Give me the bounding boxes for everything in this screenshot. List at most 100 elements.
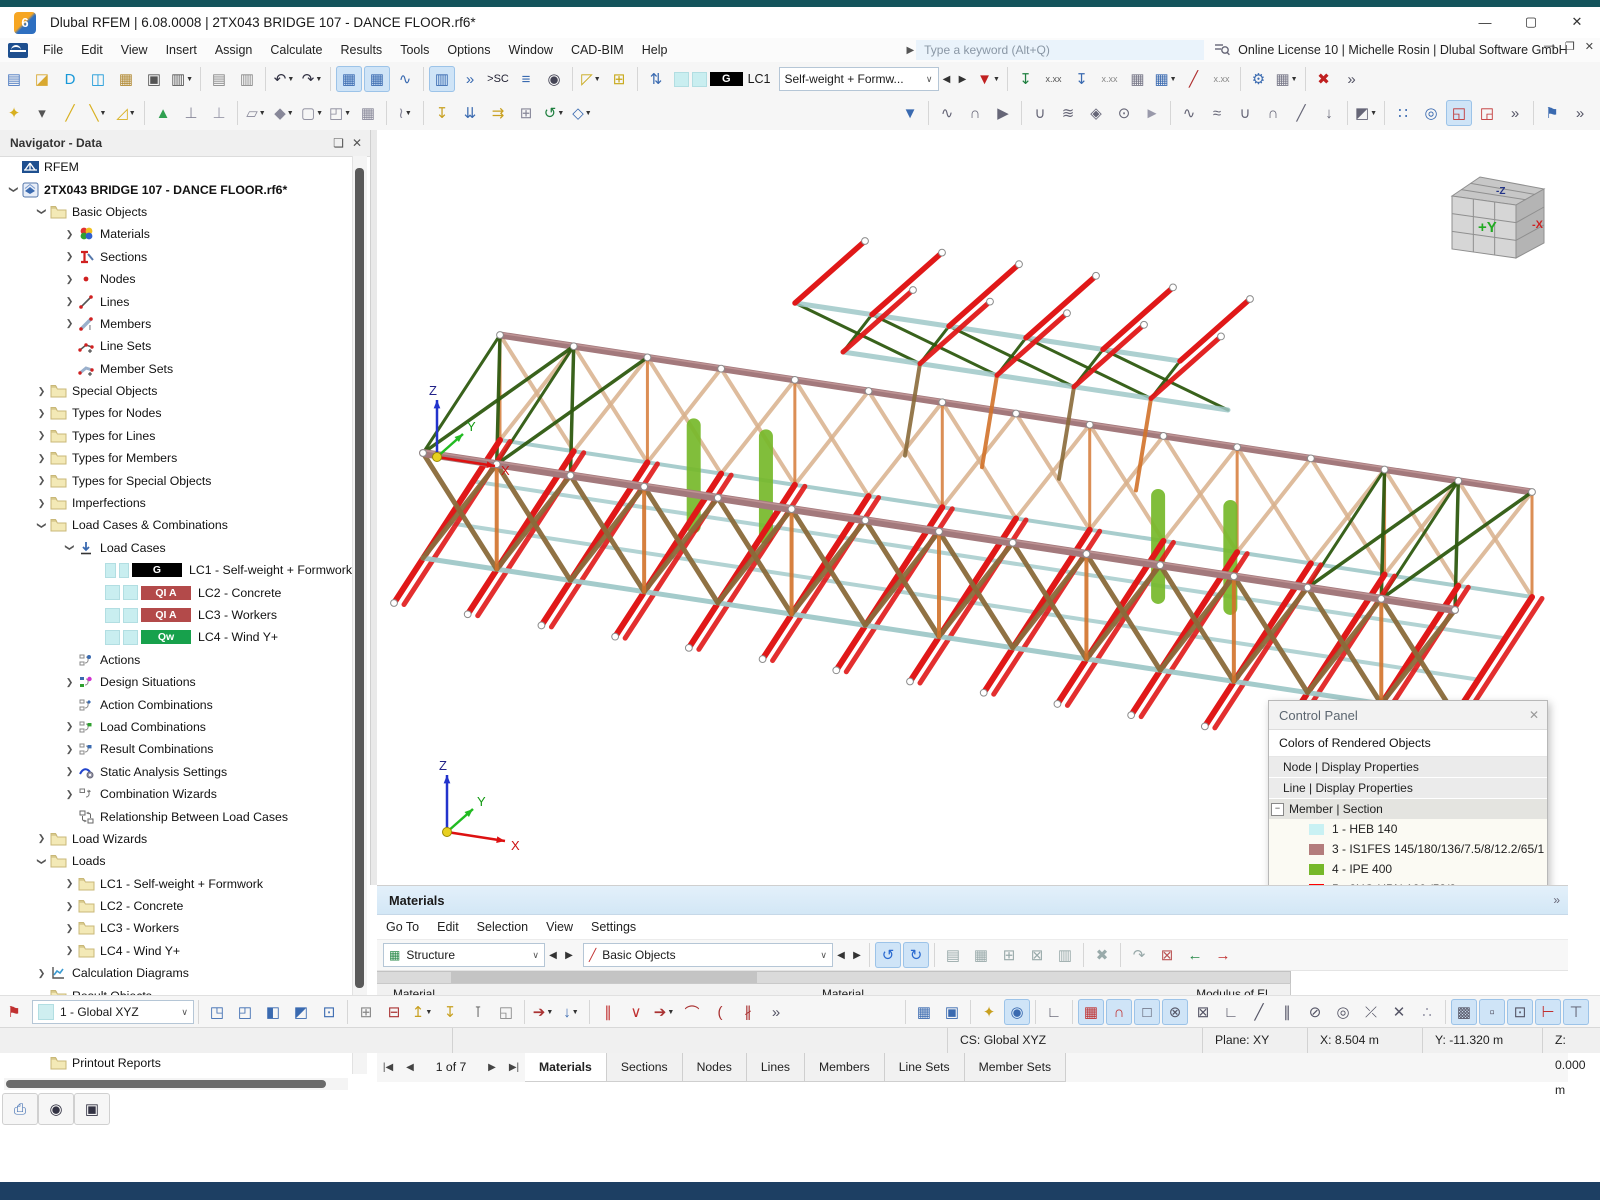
line-snap-icon[interactable]: ╱ xyxy=(1246,999,1272,1025)
table-tab-lines[interactable]: Lines xyxy=(746,1052,805,1082)
new-line-load-icon[interactable]: ⇉ xyxy=(485,100,511,126)
minimize-button[interactable]: — xyxy=(1462,7,1508,37)
tangent-snap-icon[interactable]: ⊘ xyxy=(1302,999,1328,1025)
result-type-2-icon[interactable]: ≈ xyxy=(1204,100,1230,126)
load-case-combo[interactable]: Self-weight + Formw... ∨ xyxy=(778,67,939,91)
tree-expander-icon[interactable]: ❯ xyxy=(34,386,49,397)
walk-mode-icon[interactable]: ⊙ xyxy=(1111,100,1137,126)
result-type-3-icon[interactable]: ∪ xyxy=(1232,100,1258,126)
tree-item-load-combinations[interactable]: ❯ Load Combinations xyxy=(0,716,352,738)
table-tab-nodes[interactable]: Nodes xyxy=(682,1052,747,1082)
tree-item-loads[interactable]: ❯ Loads xyxy=(0,850,352,872)
tree-expander-icon[interactable]: ❯ xyxy=(62,744,77,755)
move-copy-icon[interactable]: ◳ xyxy=(204,999,230,1025)
pin-tool-icon[interactable]: ⊤ xyxy=(1563,999,1589,1025)
last-page-button[interactable]: ▶| xyxy=(503,1052,525,1082)
tree-item-lc3-workers[interactable]: ❯ LC3 - Workers xyxy=(0,917,352,939)
fan-members-icon[interactable]: ∨ xyxy=(623,999,649,1025)
load-case-check[interactable] xyxy=(123,607,138,623)
tree-expander-icon[interactable]: ❯ xyxy=(62,901,77,912)
coordinate-system-combo[interactable]: 1 - Global XYZ ∨ xyxy=(32,1000,194,1024)
mdi-close-icon[interactable]: ✕ xyxy=(1585,40,1594,53)
direction-arrow-icon[interactable]: ➔ ▼ xyxy=(651,999,677,1025)
control-panel-row[interactable]: 1 - HEB 140 xyxy=(1269,819,1547,839)
more-edit-tools-icon[interactable]: » xyxy=(763,999,789,1025)
tree-item-calculation-diagrams[interactable]: ❯ Calculation Diagrams xyxy=(0,962,352,984)
design-check-icon[interactable]: ◩ ▼ xyxy=(1353,100,1379,126)
objects-combo[interactable]: ╱ Basic Objects ∨ xyxy=(583,943,833,967)
intersection-snap-3-icon[interactable]: ∴ xyxy=(1414,999,1440,1025)
tree-expander-icon[interactable]: ❯ xyxy=(62,251,77,262)
sync-view-icon[interactable]: ↻ xyxy=(903,942,929,968)
result-beam-icon[interactable]: ∪ xyxy=(1027,100,1053,126)
tree-expander-icon[interactable]: ❯ xyxy=(62,274,77,285)
navigator-close-icon[interactable]: ✕ xyxy=(352,136,362,150)
new-generated-load-icon[interactable]: ◇ ▼ xyxy=(569,100,595,126)
navigator-vscrollbar[interactable] xyxy=(352,156,367,1074)
tree-expander-icon[interactable]: ❯ xyxy=(36,204,47,219)
load-case-check[interactable] xyxy=(118,562,129,578)
grid-snap-icon[interactable]: ▣ xyxy=(939,999,965,1025)
close-button[interactable]: ✕ xyxy=(1554,7,1600,37)
select-by-arrow-icon[interactable]: ➔ ▼ xyxy=(530,999,556,1025)
tree-item-actions[interactable]: Actions xyxy=(0,649,352,671)
work-plane-alt-icon[interactable]: ◲ xyxy=(1474,100,1500,126)
script-editor-icon[interactable]: >SC xyxy=(485,66,511,92)
tree-item-rfem[interactable]: RFEM xyxy=(0,156,352,178)
open-cloud-model-icon[interactable]: ◫ xyxy=(85,66,111,92)
tree-expander-icon[interactable]: ❯ xyxy=(34,498,49,509)
tree-item-result-combinations[interactable]: ❯ Result Combinations xyxy=(0,738,352,760)
new-solid-icon[interactable]: ◆ ▼ xyxy=(271,100,297,126)
show-results-icon[interactable]: ↧ xyxy=(1069,66,1095,92)
new-object-icon[interactable]: ⊞ xyxy=(606,66,632,92)
edit-parameters-icon[interactable]: ◱ xyxy=(493,999,519,1025)
work-plane-xy-icon[interactable]: ◱ xyxy=(1446,100,1472,126)
maximize-button[interactable]: ▢ xyxy=(1508,7,1554,37)
tree-item-lc2-concrete[interactable]: ❯ LC2 - Concrete xyxy=(0,895,352,917)
cartesian-axes-icon[interactable]: ∟ xyxy=(1041,999,1067,1025)
parallel-snap-icon[interactable]: ∥ xyxy=(1274,999,1300,1025)
table-menu-settings[interactable]: Settings xyxy=(582,915,645,939)
load-case-check[interactable] xyxy=(105,629,120,645)
tree-item-load-wizards[interactable]: ❯ Load Wizards xyxy=(0,828,352,850)
tree-expander-icon[interactable]: ❯ xyxy=(62,296,77,307)
tree-item-basic-objects[interactable]: ❯ Basic Objects xyxy=(0,201,352,223)
dimension-xx-icon[interactable]: ↧ xyxy=(437,999,463,1025)
tree-expander-icon[interactable]: ❯ xyxy=(34,968,49,979)
tree-item-members[interactable]: ❯ I Members xyxy=(0,313,352,335)
tree-item-imperfections[interactable]: ❯ Imperfections xyxy=(0,492,352,514)
fill-down-icon[interactable]: ▥ xyxy=(1052,942,1078,968)
table-tab-materials[interactable]: Materials xyxy=(525,1052,607,1082)
objects-prev-button[interactable]: ◀ xyxy=(833,944,849,966)
visibility-eye-icon[interactable]: ◉ xyxy=(38,1093,74,1125)
calculator-icon[interactable]: ▦ ▼ xyxy=(1274,66,1300,92)
table-menu-selection[interactable]: Selection xyxy=(468,915,537,939)
table-menu-edit[interactable]: Edit xyxy=(428,915,468,939)
save-icon[interactable]: ▣ xyxy=(141,66,167,92)
tree-item-lc2-concrete[interactable]: QI A LC2 - Concrete xyxy=(0,581,352,603)
new-free-load-icon[interactable]: ↺ ▼ xyxy=(541,100,567,126)
animation-icon[interactable]: ▶ xyxy=(990,100,1016,126)
menu-view[interactable]: View xyxy=(112,38,157,62)
table-tab-sections[interactable]: Sections xyxy=(606,1052,683,1082)
ellipse-snap-icon[interactable]: ◎ xyxy=(1330,999,1356,1025)
perpendicular-snap-icon[interactable]: ∟ xyxy=(1218,999,1244,1025)
new-line-support-icon[interactable]: ⊥ xyxy=(178,100,204,126)
menu-calculate[interactable]: Calculate xyxy=(261,38,331,62)
control-panel-close-icon[interactable]: ✕ xyxy=(1529,708,1539,722)
new-surface-icon[interactable]: ▱ ▼ xyxy=(243,100,269,126)
measure-icon[interactable]: ⊺ xyxy=(465,999,491,1025)
new-opening-icon[interactable]: ▢ ▼ xyxy=(299,100,325,126)
move-left-icon[interactable]: ← xyxy=(1182,942,1208,968)
skew-lines-icon[interactable]: ∦ xyxy=(735,999,761,1025)
rotate-icon[interactable]: ◰ xyxy=(232,999,258,1025)
intersection-snap-1-icon[interactable]: ⤫ xyxy=(1358,999,1384,1025)
new-member-load-icon[interactable]: ⇊ xyxy=(457,100,483,126)
panel-toggle-icon[interactable]: ▥ xyxy=(429,66,455,92)
table-tab-members[interactable]: Members xyxy=(804,1052,885,1082)
tree-item-lc1-self-weight-formwork[interactable]: G LC1 - Self-weight + Formwork xyxy=(0,559,352,581)
menu-window[interactable]: Window xyxy=(499,38,561,62)
new-imperfection-icon[interactable]: ≀ ▼ xyxy=(392,100,418,126)
mirror-icon[interactable]: ◧ xyxy=(260,999,286,1025)
tree-expander-icon[interactable]: ❯ xyxy=(36,854,47,869)
